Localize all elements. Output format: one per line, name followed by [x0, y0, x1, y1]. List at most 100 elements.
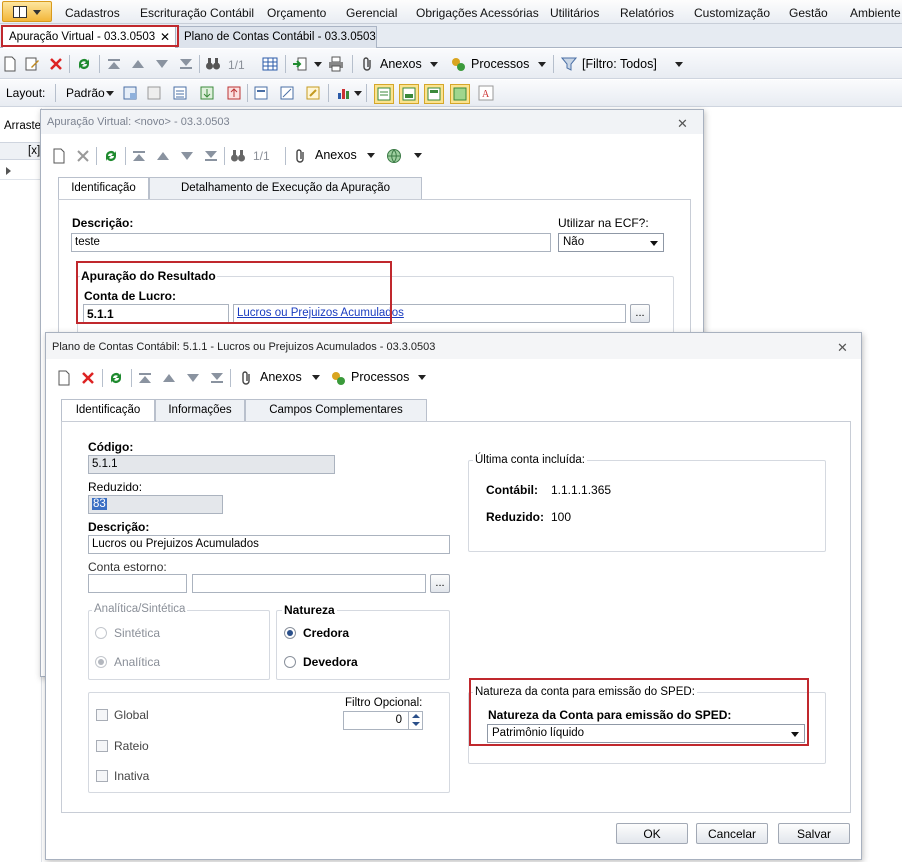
previous-record-icon[interactable] [161, 370, 177, 386]
chevron-down-icon[interactable] [430, 62, 438, 67]
new-document-icon[interactable] [51, 148, 67, 164]
filter-button[interactable]: [Filtro: Todos] [582, 57, 657, 71]
anexos-button[interactable]: Anexos [315, 148, 357, 162]
close-icon[interactable]: ✕ [677, 116, 688, 132]
tab-identificacao[interactable]: Identificação [58, 177, 149, 200]
tab-detalhamento[interactable]: Detalhamento de Execução da Apuração [149, 177, 422, 199]
layout-tool-icon[interactable] [146, 85, 162, 101]
chevron-down-icon[interactable] [675, 62, 683, 67]
view-toggle-icon[interactable] [399, 84, 419, 104]
processos-button[interactable]: Processos [471, 57, 529, 71]
menu-escrituracao-contabil[interactable]: Escrituração Contábil [140, 6, 254, 20]
inativa-checkbox[interactable] [96, 770, 108, 782]
new-document-icon[interactable] [56, 370, 72, 386]
app-menu-button[interactable] [2, 1, 52, 22]
refresh-icon[interactable] [108, 370, 124, 386]
new-document-icon[interactable] [2, 56, 18, 72]
analitica-radio[interactable] [95, 656, 107, 668]
spin-down-icon[interactable] [412, 722, 420, 726]
layout-tool-icon[interactable] [226, 85, 242, 101]
close-icon[interactable]: ✕ [160, 30, 170, 44]
tab-informacoes[interactable]: Informações [155, 399, 245, 421]
layout-tool-icon[interactable] [199, 85, 215, 101]
devedora-radio[interactable] [284, 656, 296, 668]
conta-lucro-description[interactable]: Lucros ou Prejuizos Acumulados [233, 304, 626, 323]
layout-tool-icon[interactable] [253, 85, 269, 101]
next-record-icon[interactable] [154, 56, 170, 72]
layout-select[interactable]: Padrão [66, 86, 105, 100]
print-icon[interactable] [328, 56, 344, 72]
first-record-icon[interactable] [137, 370, 153, 386]
menu-relatorios[interactable]: Relatórios [620, 6, 674, 20]
chevron-down-icon[interactable] [312, 375, 320, 380]
tab-apuracao-virtual[interactable]: Apuração Virtual - 03.3.0503 ✕ [2, 26, 176, 48]
close-icon[interactable]: ✕ [837, 340, 848, 356]
font-color-icon[interactable]: A [478, 85, 494, 101]
last-record-icon[interactable] [209, 370, 225, 386]
refresh-icon[interactable] [76, 56, 92, 72]
grid-view-icon[interactable] [262, 56, 278, 72]
binoculars-icon[interactable] [205, 56, 221, 72]
grid-row[interactable] [0, 162, 42, 180]
grid-column-header[interactable]: [x] [28, 145, 40, 157]
layout-tool-icon[interactable] [279, 85, 295, 101]
conta-lucro-link[interactable]: Lucros ou Prejuizos Acumulados [237, 307, 404, 319]
chevron-down-icon[interactable] [418, 375, 426, 380]
delete-icon[interactable] [48, 56, 64, 72]
ecf-select[interactable]: Não [558, 233, 664, 252]
menu-customizacao[interactable]: Customização [694, 6, 770, 20]
descricao-input[interactable]: teste [71, 233, 551, 252]
chevron-down-icon[interactable] [106, 91, 114, 96]
conta-lucro-lookup-button[interactable]: ... [630, 304, 650, 323]
first-record-icon[interactable] [131, 148, 147, 164]
edit-icon[interactable] [24, 56, 40, 72]
menu-orcamento[interactable]: Orçamento [267, 6, 326, 20]
view-toggle-icon[interactable] [424, 84, 444, 104]
chevron-down-icon[interactable] [314, 62, 322, 67]
refresh-icon[interactable] [103, 148, 119, 164]
chevron-down-icon[interactable] [538, 62, 546, 67]
previous-record-icon[interactable] [130, 56, 146, 72]
layout-tool-icon[interactable] [305, 85, 321, 101]
anexos-button[interactable]: Anexos [380, 57, 422, 71]
global-checkbox[interactable] [96, 709, 108, 721]
previous-record-icon[interactable] [155, 148, 171, 164]
menu-utilitarios[interactable]: Utilitários [550, 6, 599, 20]
menu-gestao[interactable]: Gestão [789, 6, 828, 20]
view-toggle-icon[interactable] [450, 84, 470, 104]
rateio-checkbox[interactable] [96, 740, 108, 752]
tab-campos-complementares[interactable]: Campos Complementares [245, 399, 427, 421]
reduzido-input[interactable]: 83 [88, 495, 223, 514]
bar-chart-icon[interactable] [336, 85, 352, 101]
chevron-down-icon[interactable] [414, 153, 422, 158]
delete-icon[interactable] [75, 148, 91, 164]
processos-button[interactable]: Processos [351, 370, 409, 384]
last-record-icon[interactable] [203, 148, 219, 164]
globe-icon[interactable] [386, 148, 402, 164]
import-icon[interactable] [292, 56, 308, 72]
tab-identificacao[interactable]: Identificação [61, 399, 155, 422]
last-record-icon[interactable] [178, 56, 194, 72]
chevron-down-icon[interactable] [354, 91, 362, 96]
menu-obrigacoes-acessorias[interactable]: Obrigações Acessórias [416, 6, 539, 20]
descricao-input[interactable]: Lucros ou Prejuizos Acumulados [88, 535, 450, 554]
codigo-input[interactable]: 5.1.1 [88, 455, 335, 474]
next-record-icon[interactable] [185, 370, 201, 386]
binoculars-icon[interactable] [230, 148, 246, 164]
menu-cadastros[interactable]: Cadastros [65, 6, 120, 20]
next-record-icon[interactable] [179, 148, 195, 164]
conta-lucro-input[interactable]: 5.1.1 [83, 304, 229, 323]
credora-radio[interactable] [284, 627, 296, 639]
conta-estorno-description[interactable] [192, 574, 426, 593]
first-record-icon[interactable] [106, 56, 122, 72]
view-toggle-icon[interactable] [374, 84, 394, 104]
conta-estorno-input[interactable] [88, 574, 187, 593]
anexos-button[interactable]: Anexos [260, 370, 302, 384]
chevron-down-icon[interactable] [367, 153, 375, 158]
conta-estorno-lookup-button[interactable]: ... [430, 574, 450, 593]
menu-ambiente[interactable]: Ambiente [850, 6, 901, 20]
cancel-button[interactable]: Cancelar [696, 823, 768, 844]
layout-tool-icon[interactable] [172, 85, 188, 101]
tab-plano-de-contas[interactable]: Plano de Contas Contábil - 03.3.0503 [177, 26, 377, 48]
menu-gerencial[interactable]: Gerencial [346, 6, 397, 20]
